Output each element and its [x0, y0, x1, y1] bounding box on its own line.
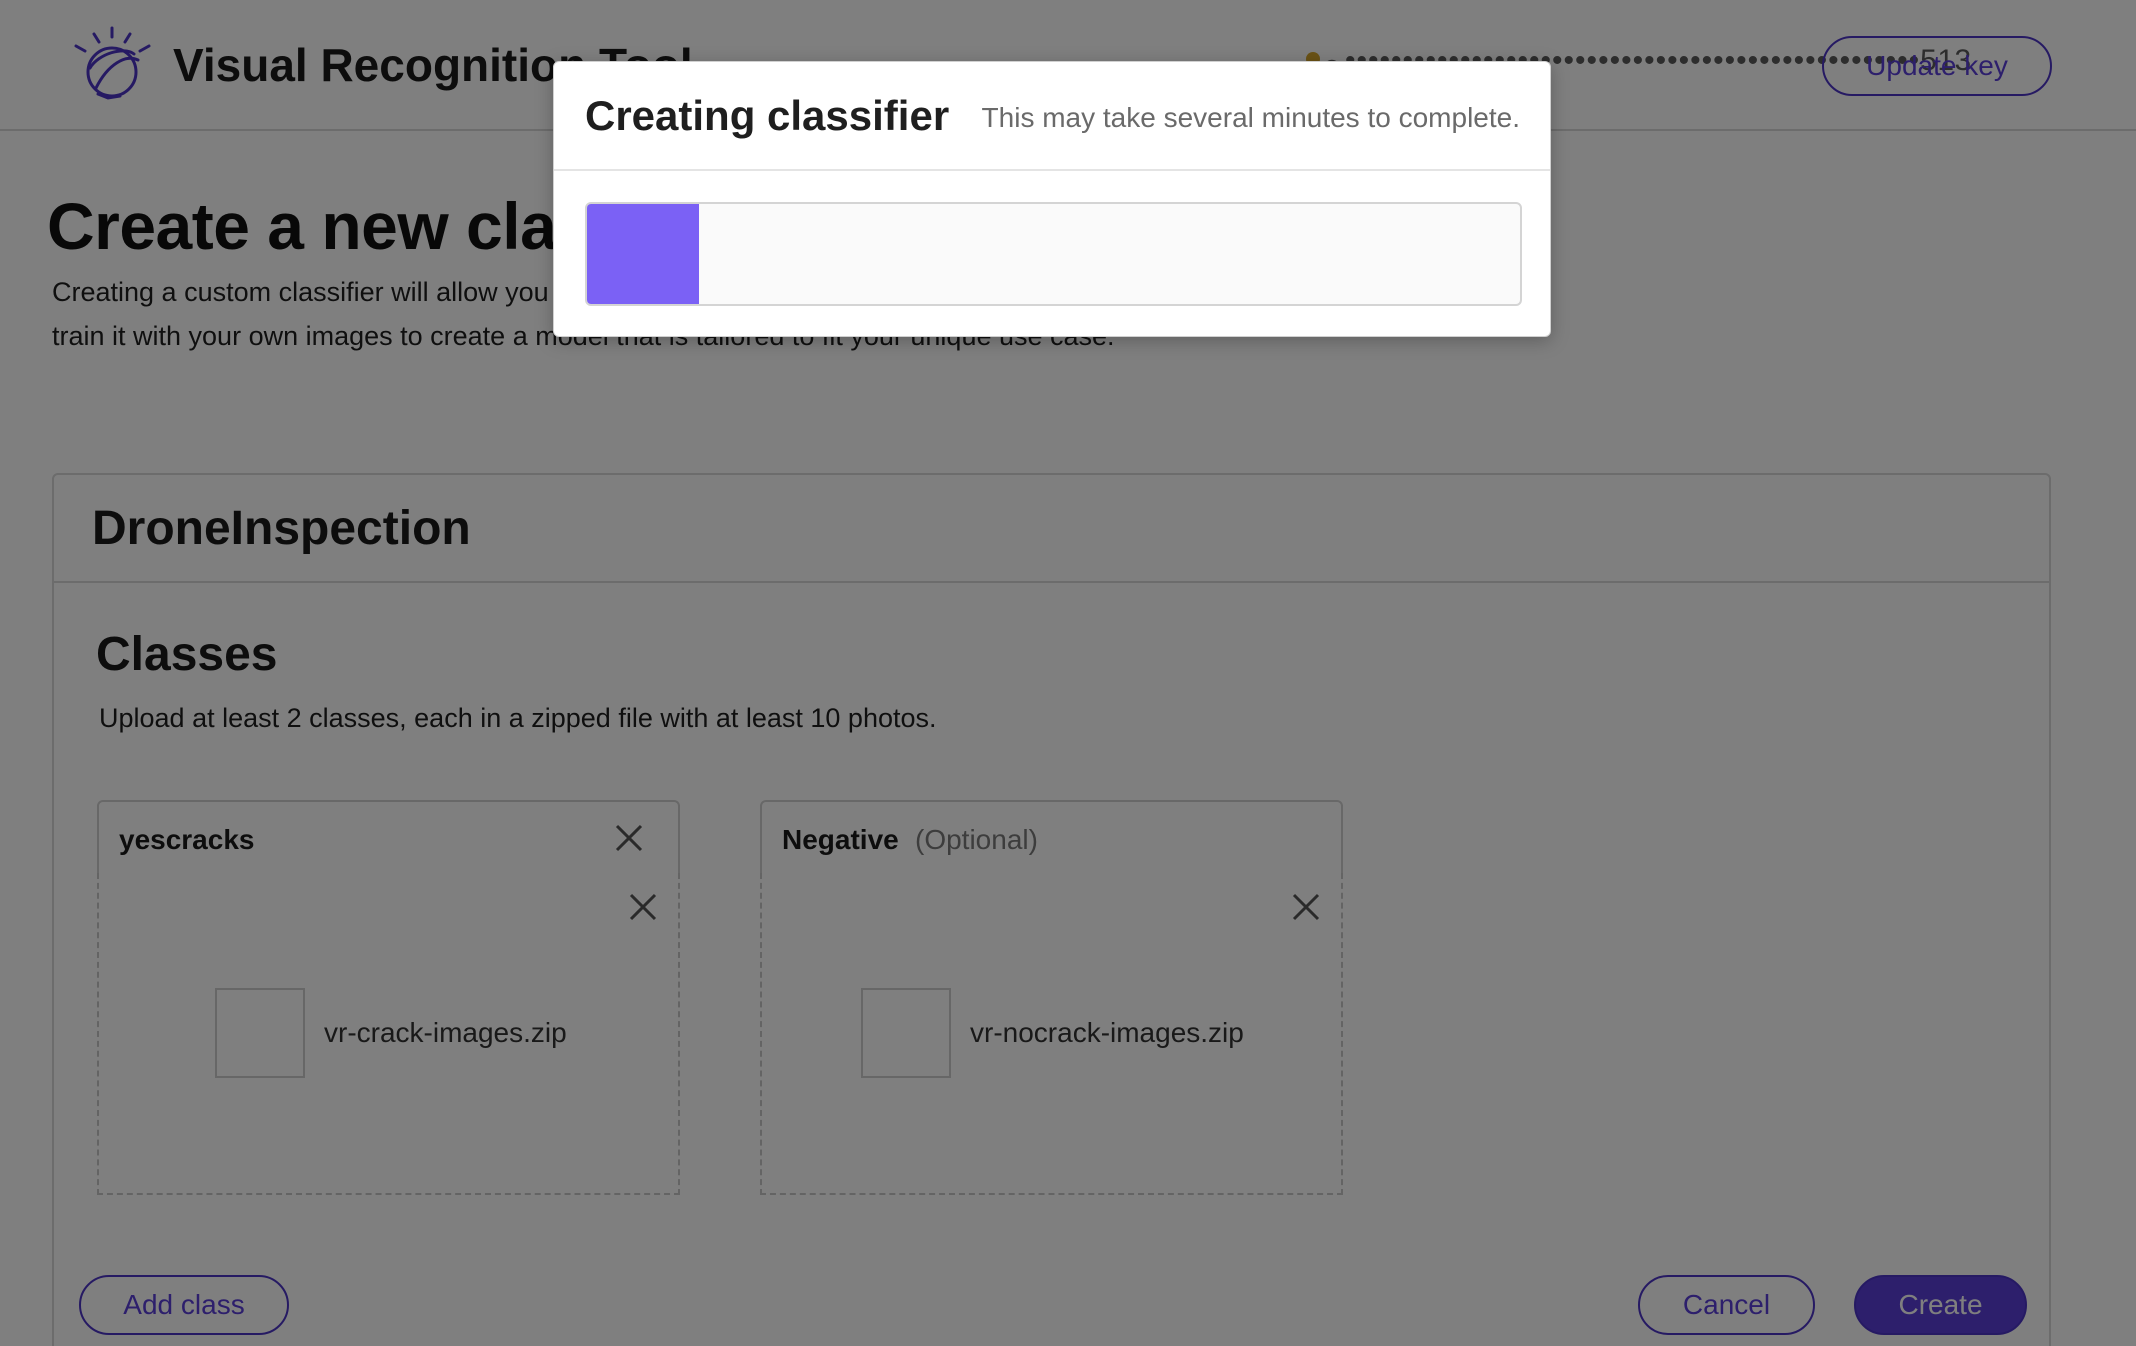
modal-title: Creating classifier: [585, 92, 950, 139]
creating-classifier-modal: Creating classifier This may take severa…: [553, 61, 1551, 337]
progress-bar: [585, 202, 1522, 306]
modal-header: Creating classifier This may take severa…: [554, 62, 1550, 171]
progress-bar-fill: [587, 204, 699, 304]
modal-subtitle: This may take several minutes to complet…: [981, 102, 1520, 133]
